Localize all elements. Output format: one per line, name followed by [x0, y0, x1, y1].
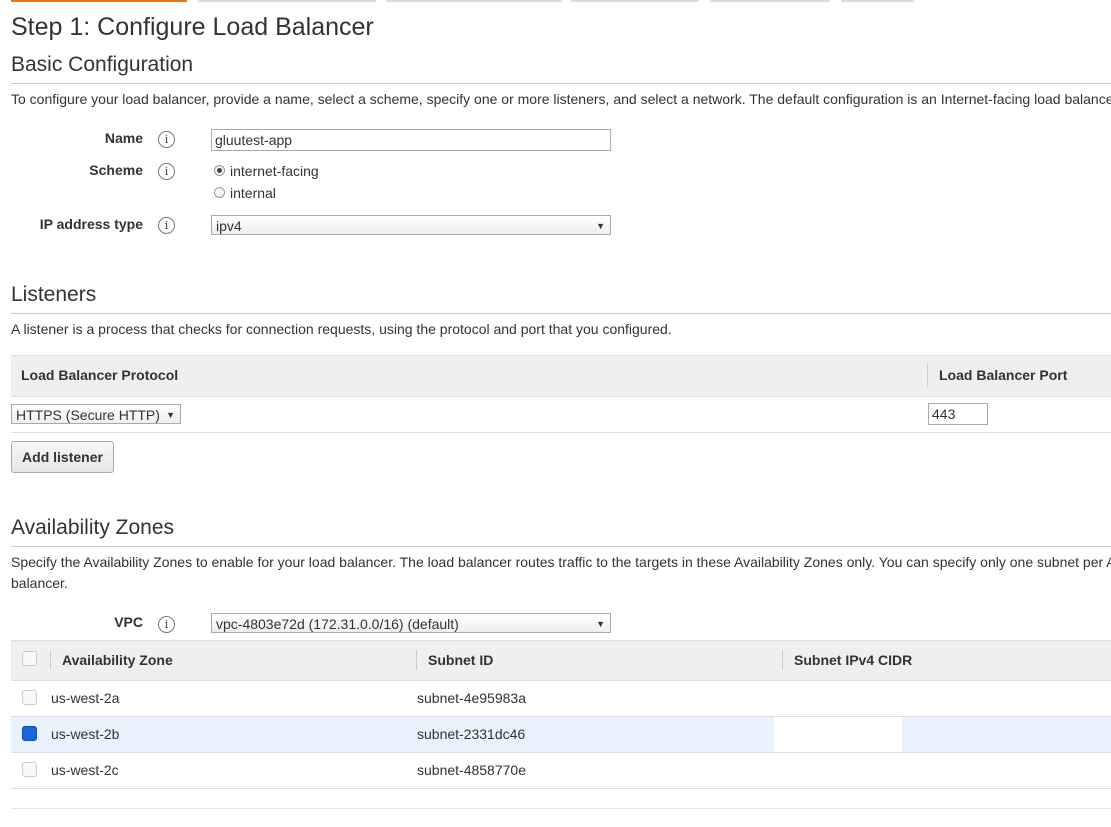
- section-divider: [11, 808, 1111, 809]
- zone-checkbox-us-west-2a[interactable]: [22, 690, 37, 705]
- page-title: Step 1: Configure Load Balancer: [11, 13, 374, 41]
- wizard-tab-strip: [0, 0, 1111, 2]
- name-input[interactable]: gluutest-app: [211, 129, 611, 151]
- wizard-tab-step-5[interactable]: [710, 0, 830, 2]
- row-divider: [11, 788, 1111, 789]
- availability-zones-description: Specify the Availability Zones to enable…: [11, 554, 1111, 570]
- availability-zones-description-cont: balancer.: [11, 575, 68, 591]
- wizard-tab-step-3[interactable]: [386, 0, 562, 2]
- table-row-selected-cidr: [902, 717, 1111, 752]
- chevron-down-icon: ▼: [596, 619, 605, 629]
- wizard-tab-step-1[interactable]: [11, 0, 187, 2]
- chevron-down-icon: ▼: [166, 410, 175, 420]
- subnet-id: subnet-4e95983a: [417, 690, 526, 706]
- zone-checkbox-us-west-2b[interactable]: [22, 726, 37, 741]
- ip-address-type-label: IP address type: [39, 216, 143, 232]
- scheme-option-label: internet-facing: [230, 163, 319, 179]
- zone-name: us-west-2a: [51, 690, 120, 706]
- name-label: Name: [104, 130, 143, 146]
- vpc-value: vpc-4803e72d (172.31.0.0/16) (default): [216, 616, 459, 632]
- wizard-tab-step-6[interactable]: [841, 0, 914, 2]
- row-divider: [11, 432, 1111, 433]
- col-header-subnet-cidr: Subnet IPv4 CIDR: [794, 652, 913, 668]
- listener-port-input[interactable]: 443: [928, 403, 988, 425]
- column-separator: [416, 650, 417, 670]
- select-all-checkbox[interactable]: [22, 651, 37, 666]
- listener-protocol-select[interactable]: HTTPS (Secure HTTP) ▼: [11, 404, 181, 424]
- add-listener-button[interactable]: Add listener: [11, 441, 114, 473]
- subnet-id: subnet-2331dc46: [417, 726, 526, 742]
- vpc-select[interactable]: vpc-4803e72d (172.31.0.0/16) (default) ▼: [211, 613, 611, 633]
- col-header-protocol: Load Balancer Protocol: [21, 367, 179, 383]
- info-icon[interactable]: i: [158, 616, 175, 633]
- scheme-radio-internal[interactable]: [214, 187, 225, 198]
- listeners-description: A listener is a process that checks for …: [11, 321, 672, 337]
- basic-config-description: To configure your load balancer, provide…: [11, 91, 1111, 107]
- ip-address-type-select[interactable]: ipv4 ▼: [211, 215, 611, 235]
- wizard-tab-step-4[interactable]: [571, 0, 699, 2]
- availability-zones-heading: Availability Zones: [11, 516, 175, 539]
- vpc-label: VPC: [114, 614, 143, 630]
- section-divider: [11, 313, 1111, 314]
- table-row-selected[interactable]: [11, 717, 774, 752]
- column-separator: [50, 650, 51, 670]
- wizard-tab-step-2[interactable]: [198, 0, 376, 2]
- col-header-port: Load Balancer Port: [939, 367, 1068, 383]
- section-divider: [11, 83, 1111, 84]
- zone-checkbox-us-west-2c[interactable]: [22, 762, 37, 777]
- info-icon[interactable]: i: [158, 131, 175, 148]
- section-divider: [11, 546, 1111, 547]
- column-separator: [927, 363, 928, 387]
- subnet-id: subnet-4858770e: [417, 762, 526, 778]
- info-icon[interactable]: i: [158, 217, 175, 234]
- chevron-down-icon: ▼: [596, 221, 605, 231]
- scheme-label: Scheme: [89, 162, 143, 178]
- listener-protocol-value: HTTPS (Secure HTTP): [16, 407, 160, 423]
- zone-name: us-west-2c: [51, 762, 119, 778]
- listeners-heading: Listeners: [11, 283, 97, 306]
- col-header-subnet-id: Subnet ID: [428, 652, 494, 668]
- col-header-availability-zone: Availability Zone: [62, 652, 173, 668]
- zones-table-header: [11, 640, 1111, 681]
- basic-config-heading: Basic Configuration: [11, 53, 194, 76]
- column-separator: [782, 650, 783, 670]
- scheme-option-label: internal: [230, 185, 276, 201]
- info-icon[interactable]: i: [158, 163, 175, 180]
- zone-name: us-west-2b: [51, 726, 120, 742]
- scheme-radio-internet-facing[interactable]: [214, 165, 225, 176]
- row-divider: [11, 752, 1111, 753]
- ip-address-type-value: ipv4: [216, 218, 242, 234]
